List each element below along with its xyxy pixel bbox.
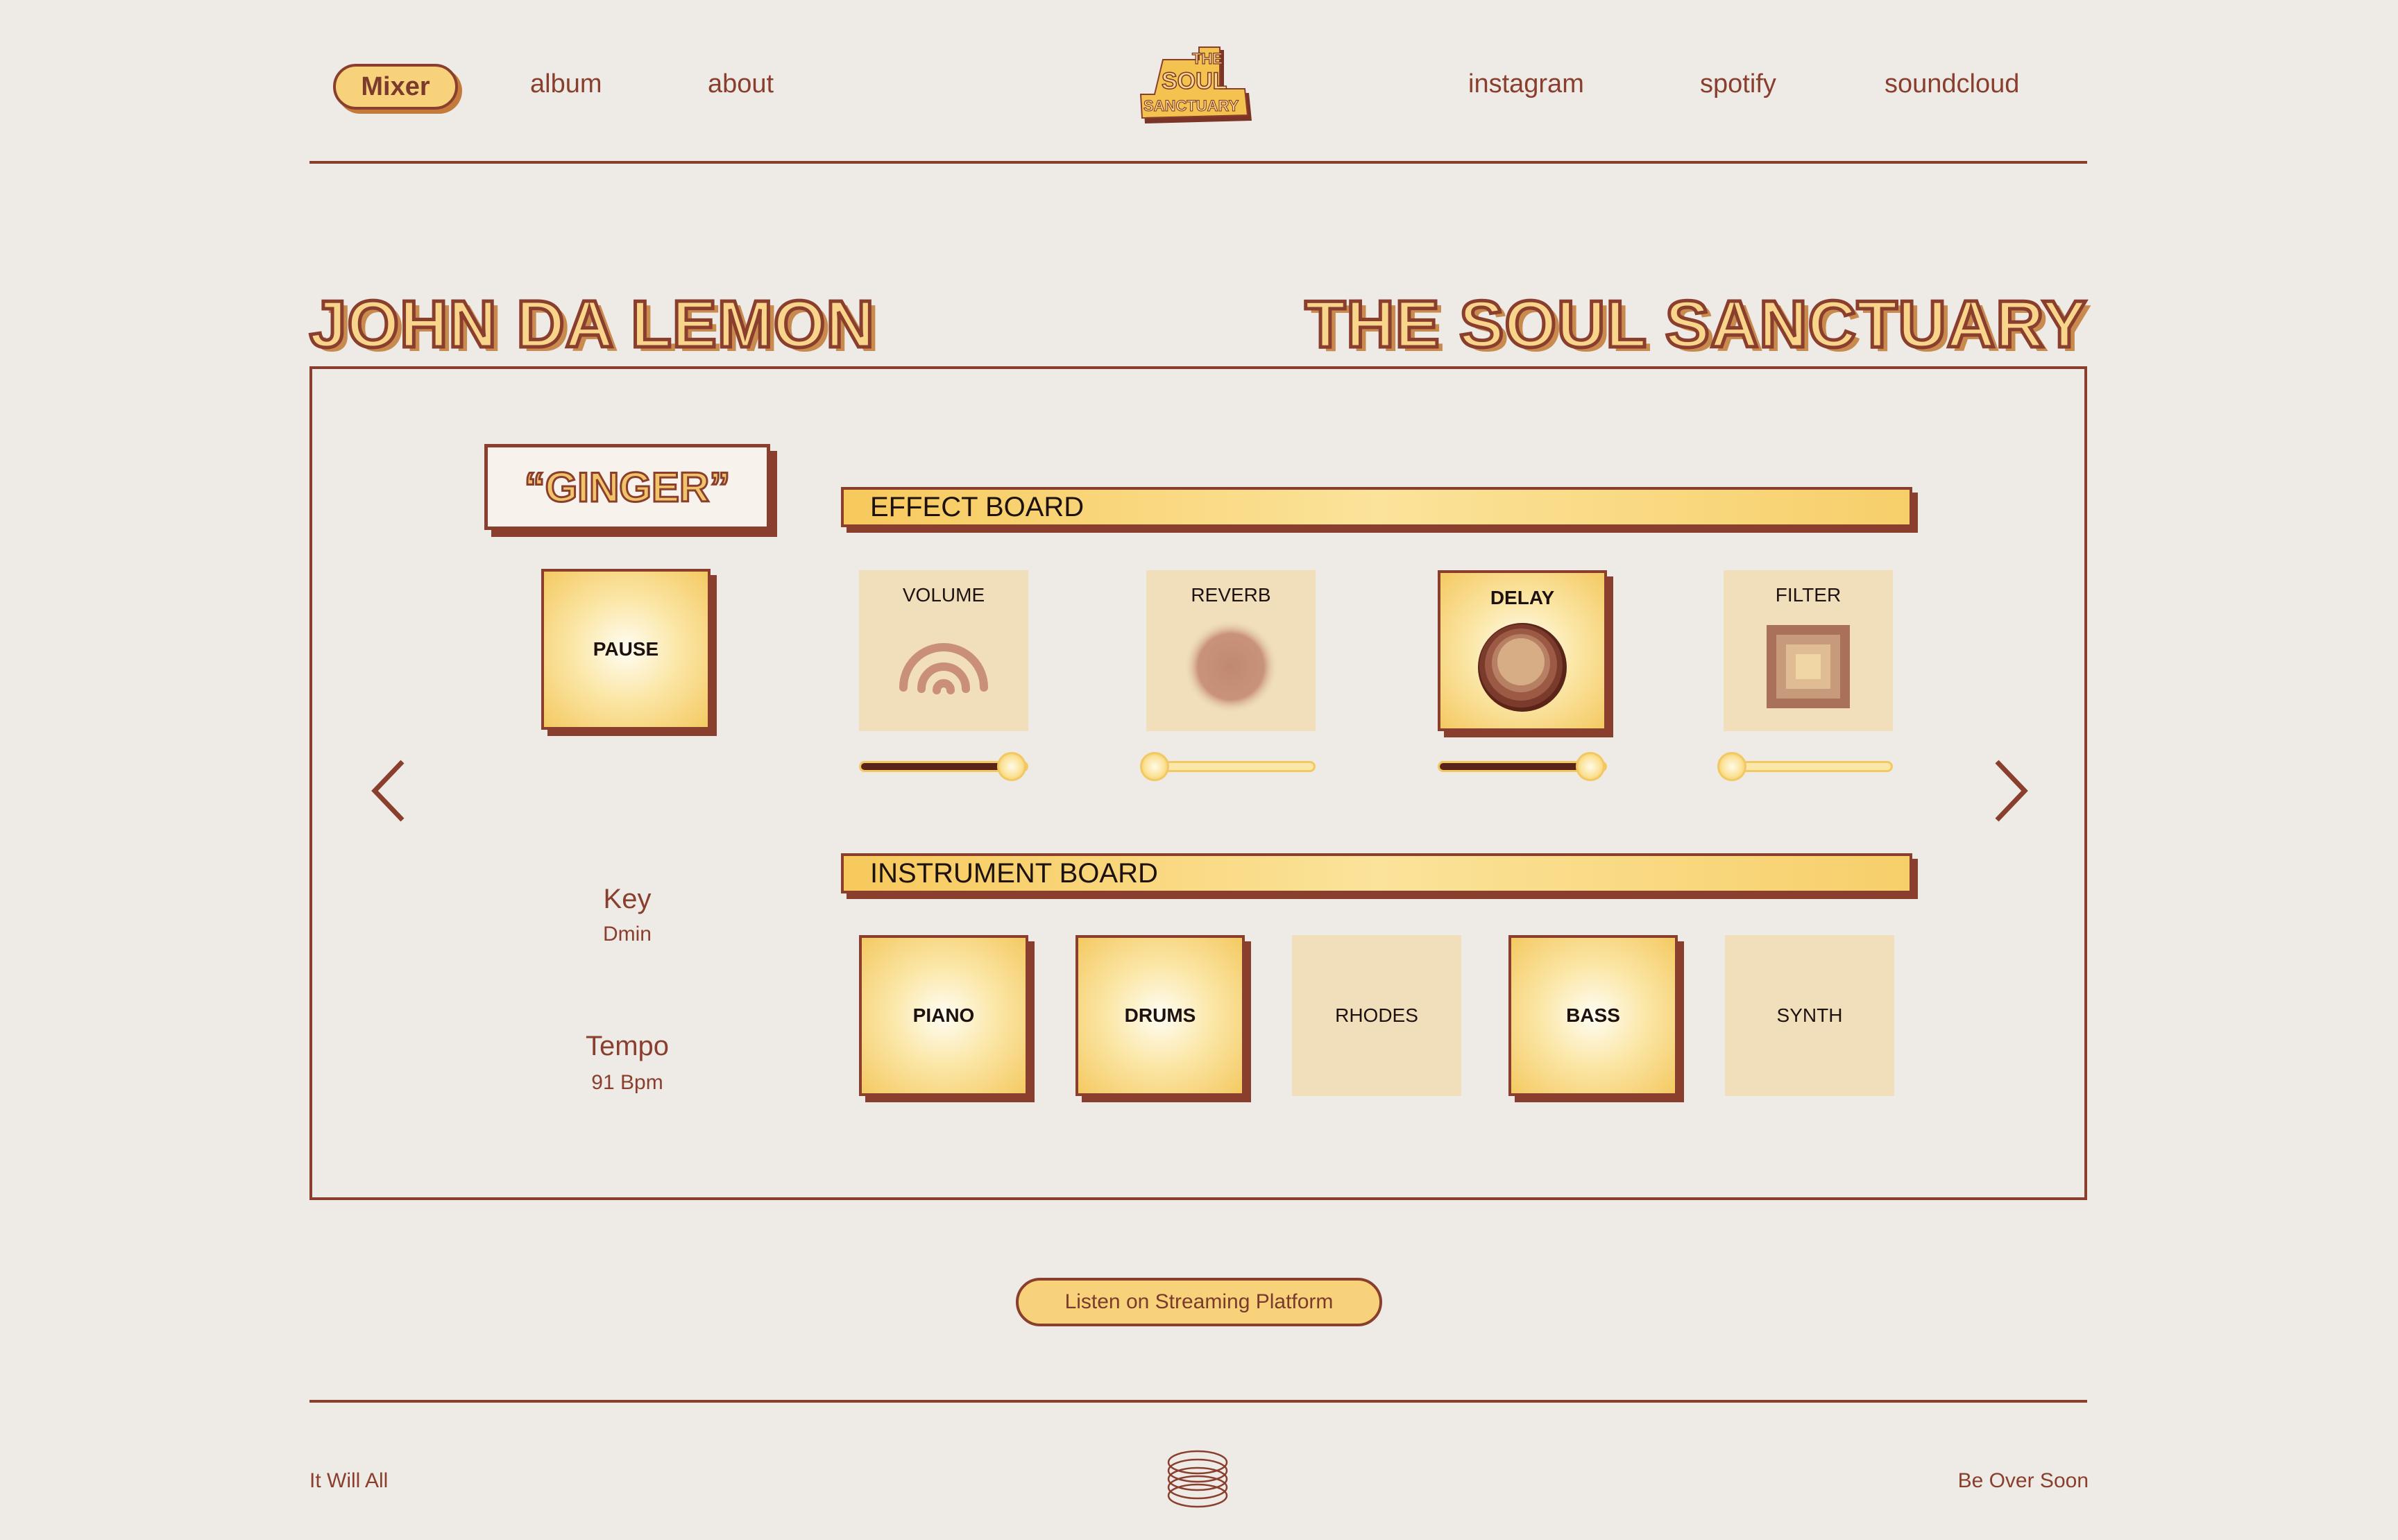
previous-track-arrow-icon[interactable] <box>368 756 409 825</box>
nav-spotify-link[interactable]: spotify <box>1700 69 1776 99</box>
next-track-arrow-icon[interactable] <box>1990 756 2032 825</box>
key-value: Dmin <box>602 923 652 946</box>
effect-reverb-label: REVERB <box>1191 584 1271 606</box>
effect-board-header: EFFECT BOARD <box>841 487 1912 527</box>
filter-slider-knob[interactable] <box>1717 752 1747 781</box>
logo-text-the: THE <box>1192 50 1223 67</box>
instrument-drums-label: DRUMS <box>1124 1004 1196 1026</box>
instrument-bass-label: BASS <box>1566 1004 1620 1026</box>
instrument-rhodes-button[interactable]: RHODES <box>1292 935 1461 1096</box>
volume-slider-fill <box>859 761 1012 772</box>
streaming-platform-button[interactable]: Listen on Streaming Platform <box>1016 1278 1382 1326</box>
key-label: Key <box>603 884 652 914</box>
pause-button[interactable]: PAUSE <box>541 569 711 730</box>
effect-volume-label: VOLUME <box>902 584 985 606</box>
effect-filter-tile[interactable]: FILTER <box>1724 570 1893 731</box>
effect-delay-tile[interactable]: DELAY <box>1438 570 1607 731</box>
delay-rings-icon <box>1478 623 1567 712</box>
volume-slider[interactable] <box>859 752 1028 781</box>
song-title: “GINGER” <box>484 444 770 530</box>
logo-text-soul: SOUL <box>1162 68 1227 94</box>
instrument-piano-button[interactable]: PIANO <box>859 935 1028 1096</box>
instrument-bass-button[interactable]: BASS <box>1508 935 1678 1096</box>
reverb-slider[interactable] <box>1140 752 1316 781</box>
nav-soundcloud-link[interactable]: soundcloud <box>1885 69 2019 99</box>
reverb-slider-knob[interactable] <box>1140 752 1170 781</box>
reverb-blur-icon <box>1184 619 1278 715</box>
effect-delay-label: DELAY <box>1490 587 1555 608</box>
footer-right-text: Be Over Soon <box>1957 1469 2089 1492</box>
delay-slider-fill <box>1438 761 1590 772</box>
instrument-piano-label: PIANO <box>912 1004 975 1026</box>
vinyl-coil-icon <box>1167 1450 1228 1508</box>
footer-divider <box>309 1400 2087 1403</box>
nav-about-link[interactable]: about <box>708 69 774 99</box>
delay-slider[interactable] <box>1438 752 1607 781</box>
artist-name: JOHN DA LEMON <box>308 287 876 361</box>
filter-slider-track <box>1724 761 1893 772</box>
tempo-label: Tempo <box>585 1031 670 1061</box>
reverb-slider-track <box>1146 761 1316 772</box>
footer-left-text: It Will All <box>309 1469 389 1492</box>
filter-slider[interactable] <box>1717 752 1893 781</box>
volume-waves-icon <box>899 642 988 694</box>
nav-mixer-tab[interactable]: Mixer <box>333 64 458 110</box>
site-logo[interactable]: THE SOUL SANCTUARY <box>1138 43 1260 133</box>
instrument-drums-button[interactable]: DRUMS <box>1075 935 1245 1096</box>
logo-mark: THE SOUL SANCTUARY <box>1139 46 1252 123</box>
instrument-synth-label: SYNTH <box>1776 1004 1843 1026</box>
nav-album-link[interactable]: album <box>530 69 602 99</box>
instrument-board-header: INSTRUMENT BOARD <box>841 853 1912 893</box>
album-title: THE SOUL SANCTUARY <box>1303 287 2088 361</box>
effect-reverb-tile[interactable]: REVERB <box>1146 570 1316 731</box>
nav-instagram-link[interactable]: instagram <box>1468 69 1584 99</box>
tempo-value: 91 Bpm <box>591 1071 663 1094</box>
delay-slider-knob[interactable] <box>1575 752 1605 781</box>
pause-label: PAUSE <box>593 638 659 660</box>
volume-slider-knob[interactable] <box>996 752 1026 781</box>
filter-squares-icon <box>1767 625 1850 709</box>
instrument-rhodes-label: RHODES <box>1335 1004 1418 1026</box>
effect-volume-tile[interactable]: VOLUME <box>859 570 1028 731</box>
instrument-synth-button[interactable]: SYNTH <box>1725 935 1894 1096</box>
header-divider <box>309 161 2087 164</box>
effect-filter-label: FILTER <box>1775 584 1842 606</box>
logo-text-sanctuary: SANCTUARY <box>1143 97 1239 114</box>
